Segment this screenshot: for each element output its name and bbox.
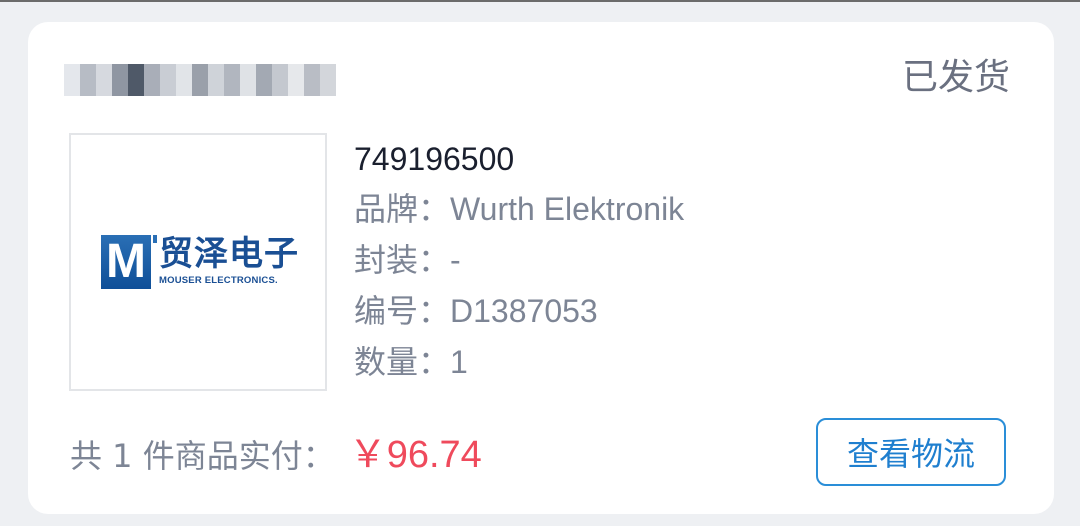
code-row: 编号：D1387053 [354,286,684,337]
brand-row: 品牌：Wurth Elektronik [354,184,684,235]
view-logistics-button[interactable]: 查看物流 [816,418,1006,486]
brand-label: 品牌： [354,190,451,228]
top-divider [0,0,1080,2]
product-details: 749196500 品牌：Wurth Elektronik 封装：- 编号：D1… [354,134,684,388]
mouser-logo: M 贸泽电子 MOUSER ELECTRONICS. [101,235,299,289]
code-value: D1387053 [450,293,598,329]
quantity-row: 数量：1 [354,337,684,388]
package-label: 封装： [354,241,451,279]
mouser-logo-mark: M [101,235,157,289]
mouser-logo-en: MOUSER ELECTRONICS. [159,275,278,286]
quantity-value: 1 [450,344,468,380]
payment-amount: ￥96.74 [348,434,482,476]
order-card[interactable]: 已发货 M 贸泽电子 MOUSER ELECTRONICS. 749196500… [28,22,1054,514]
order-id-redacted [64,64,336,96]
part-number[interactable]: 749196500 [354,134,684,184]
brand-value: Wurth Elektronik [450,191,685,227]
code-label: 编号： [354,292,451,330]
quantity-label: 数量： [354,343,451,381]
mouser-logo-cn: 贸泽电子 [159,234,299,274]
payment-summary-label: 共 1 件商品实付： [70,437,335,475]
product-image[interactable]: M 贸泽电子 MOUSER ELECTRONICS. [69,133,327,391]
package-row: 封装：- [354,235,684,286]
order-status: 已发货 [901,57,1010,98]
payment-summary: 共 1 件商品实付： ￥96.74 [70,430,482,481]
package-value: - [450,242,461,278]
